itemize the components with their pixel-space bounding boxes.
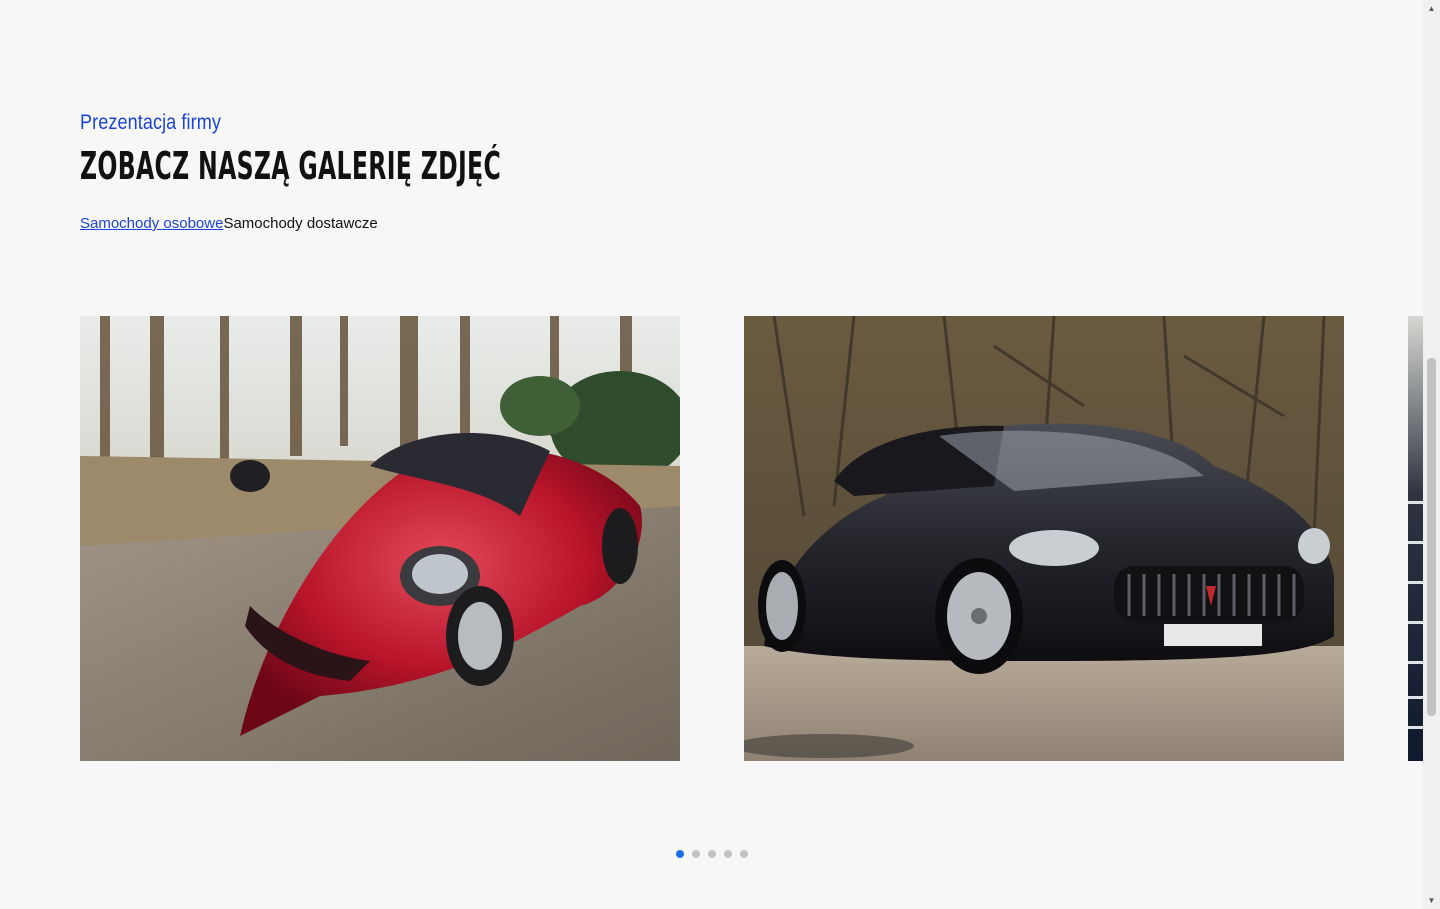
gallery-slide-red-sports-car[interactable] [80, 316, 680, 761]
gallery-slide-black-convertible[interactable] [744, 316, 1344, 761]
red-sports-car-image [80, 316, 680, 761]
carousel-dot-5[interactable] [740, 850, 748, 858]
carousel-dot-2[interactable] [692, 850, 700, 858]
carousel-dot-3[interactable] [708, 850, 716, 858]
scroll-up-arrow-icon[interactable]: ▲ [1423, 0, 1440, 17]
gallery-tabs: Samochody osobowe Samochody dostawcze [80, 215, 378, 232]
section-eyebrow: Prezentacja firmy [80, 111, 221, 134]
scroll-down-arrow-icon[interactable]: ▼ [1423, 892, 1440, 909]
page-scrollbar[interactable]: ▲ ▼ [1423, 0, 1440, 909]
black-convertible-image [744, 316, 1344, 761]
gallery-slide-next-partial[interactable] [1408, 316, 1423, 761]
carousel-dot-4[interactable] [724, 850, 732, 858]
scrollbar-thumb[interactable] [1427, 358, 1436, 716]
carousel-pagination [676, 850, 748, 858]
next-slide-image [1408, 316, 1423, 761]
tab-vans[interactable]: Samochody dostawcze [223, 215, 377, 232]
tab-passenger-cars[interactable]: Samochody osobowe [80, 215, 223, 232]
carousel-dot-1[interactable] [676, 850, 684, 858]
section-title: Zobacz naszą galerię zdjęć [80, 144, 502, 188]
